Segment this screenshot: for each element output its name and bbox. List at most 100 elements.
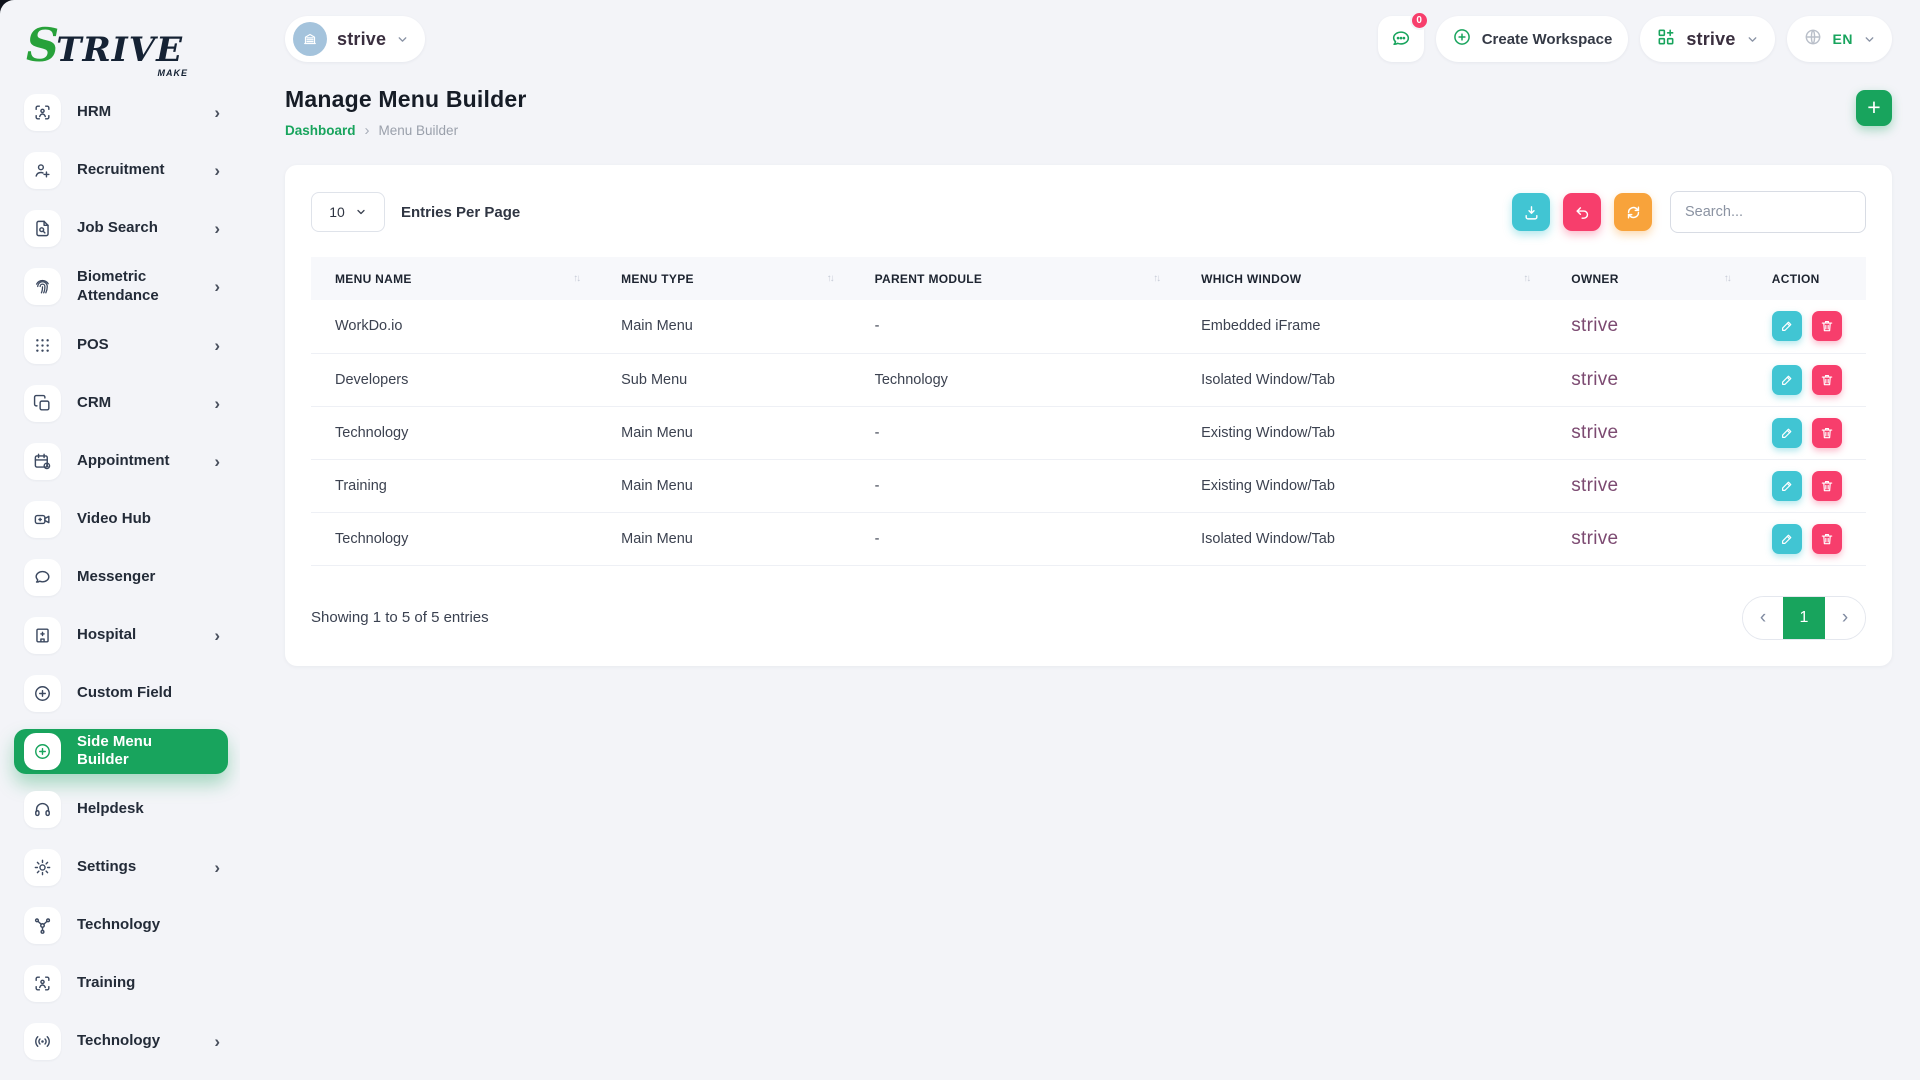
hub-network-icon [24, 907, 61, 944]
sort-icon [573, 273, 579, 284]
broadcast-icon [24, 1023, 61, 1060]
delete-button[interactable] [1812, 311, 1842, 341]
search-input[interactable] [1670, 191, 1866, 233]
column-header-which-window[interactable]: WHICH WINDOW [1177, 257, 1547, 300]
delete-button[interactable] [1812, 471, 1842, 501]
refresh-button[interactable] [1614, 193, 1652, 231]
sidebar-item-label: Technology [77, 1032, 195, 1051]
messages-button[interactable]: 0 [1378, 16, 1424, 62]
column-header-menu-name[interactable]: MENU NAME [311, 257, 597, 300]
cell-menu-type: Sub Menu [597, 353, 850, 406]
workspace-pill[interactable]: strive [285, 16, 425, 62]
chevron-right-icon [214, 395, 220, 412]
trash-icon [1820, 479, 1834, 493]
plus-circle-icon [24, 733, 61, 770]
sidebar-item-job-search[interactable]: Job Search [14, 206, 228, 251]
column-header-menu-type[interactable]: MENU TYPE [597, 257, 850, 300]
download-icon [1523, 204, 1540, 221]
sidebar: STRIVE MAKE HRM Recruitment [0, 0, 240, 1080]
grid-dots-icon [24, 327, 61, 364]
sidebar-item-recruitment[interactable]: Recruitment [14, 148, 228, 193]
entries-summary: Showing 1 to 5 of 5 entries [311, 609, 489, 626]
breadcrumb-separator-icon [365, 122, 370, 139]
sidebar-item-side-menu-builder[interactable]: Side Menu Builder [14, 729, 228, 775]
cell-owner: strive [1547, 512, 1748, 565]
sidebar-item-technology-hub[interactable]: Technology [14, 903, 228, 948]
workspace-switcher[interactable]: strive [1640, 16, 1774, 62]
chevron-right-icon [214, 162, 220, 179]
delete-button[interactable] [1812, 365, 1842, 395]
copy-icon [24, 385, 61, 422]
cell-which-window: Existing Window/Tab [1177, 406, 1547, 459]
entries-per-page-select[interactable]: 10 [311, 192, 385, 232]
chevron-down-icon [355, 206, 367, 218]
sidebar-item-video-hub[interactable]: Video Hub [14, 497, 228, 542]
next-page-button[interactable] [1825, 597, 1865, 639]
edit-button[interactable] [1772, 418, 1802, 448]
language-selector[interactable]: EN [1787, 16, 1892, 62]
chevron-right-icon [214, 859, 220, 876]
cell-menu-type: Main Menu [597, 459, 850, 512]
column-header-owner[interactable]: OWNER [1547, 257, 1748, 300]
sidebar-item-training[interactable]: Training [14, 961, 228, 1006]
globe-icon [1803, 27, 1823, 52]
sidebar-item-label: Training [77, 974, 195, 993]
breadcrumb-dashboard-link[interactable]: Dashboard [285, 123, 356, 138]
edit-button[interactable] [1772, 365, 1802, 395]
table-row: Training Main Menu - Existing Window/Tab… [311, 459, 1866, 512]
delete-button[interactable] [1812, 524, 1842, 554]
workspace-switcher-label: strive [1686, 29, 1735, 50]
scan-person-icon [24, 94, 61, 131]
cell-parent-module: - [851, 512, 1178, 565]
cell-owner: strive [1547, 300, 1748, 353]
page-title: Manage Menu Builder [285, 86, 527, 113]
trash-icon [1820, 426, 1834, 440]
cell-menu-type: Main Menu [597, 300, 850, 353]
add-menu-button[interactable] [1856, 90, 1892, 126]
chevron-right-icon [214, 278, 220, 295]
current-page[interactable]: 1 [1783, 597, 1825, 639]
chevron-right-icon [214, 220, 220, 237]
column-header-parent-module[interactable]: PARENT MODULE [851, 257, 1178, 300]
delete-button[interactable] [1812, 418, 1842, 448]
logo-sub-text: MAKE [158, 68, 189, 78]
edit-button[interactable] [1772, 524, 1802, 554]
edit-button[interactable] [1772, 311, 1802, 341]
undo-button[interactable] [1563, 193, 1601, 231]
create-workspace-label: Create Workspace [1482, 31, 1613, 48]
previous-page-button[interactable] [1743, 597, 1783, 639]
cell-menu-name: Training [311, 459, 597, 512]
sidebar-item-crm[interactable]: CRM [14, 381, 228, 426]
menu-table: MENU NAME MENU TYPE PARENT MODULE WHICH … [311, 257, 1866, 566]
strive-logo: STRIVE MAKE [26, 22, 196, 70]
plus-circle-icon [24, 675, 61, 712]
sidebar-item-custom-field[interactable]: Custom Field [14, 671, 228, 716]
table-actions [1512, 191, 1866, 233]
sidebar-item-settings[interactable]: Settings [14, 845, 228, 890]
sidebar-item-hrm[interactable]: HRM [14, 90, 228, 135]
sidebar-item-hospital[interactable]: Hospital [14, 613, 228, 658]
sidebar-item-appointment[interactable]: Appointment [14, 439, 228, 484]
cell-menu-name: Technology [311, 406, 597, 459]
export-button[interactable] [1512, 193, 1550, 231]
chat-icon [1390, 28, 1412, 50]
sidebar-item-label: Appointment [77, 452, 195, 471]
sidebar-item-messenger[interactable]: Messenger [14, 555, 228, 600]
cell-which-window: Isolated Window/Tab [1177, 512, 1547, 565]
headphones-icon [24, 791, 61, 828]
sidebar-menu: HRM Recruitment Job Search [14, 90, 228, 1080]
sidebar-item-technology-broadcast[interactable]: Technology [14, 1019, 228, 1064]
sidebar-item-biometric-attendance[interactable]: Biometric Attendance [14, 264, 228, 310]
create-workspace-button[interactable]: Create Workspace [1436, 16, 1629, 62]
cell-parent-module: - [851, 300, 1178, 353]
sort-icon [1523, 273, 1529, 284]
table-row: Technology Main Menu - Isolated Window/T… [311, 512, 1866, 565]
sidebar-item-helpdesk[interactable]: Helpdesk [14, 787, 228, 832]
cell-which-window: Isolated Window/Tab [1177, 353, 1547, 406]
cell-menu-type: Main Menu [597, 406, 850, 459]
chevron-right-icon [214, 104, 220, 121]
sidebar-item-label: Job Search [77, 219, 195, 238]
edit-button[interactable] [1772, 471, 1802, 501]
sidebar-item-pos[interactable]: POS [14, 323, 228, 368]
cell-owner: strive [1547, 406, 1748, 459]
